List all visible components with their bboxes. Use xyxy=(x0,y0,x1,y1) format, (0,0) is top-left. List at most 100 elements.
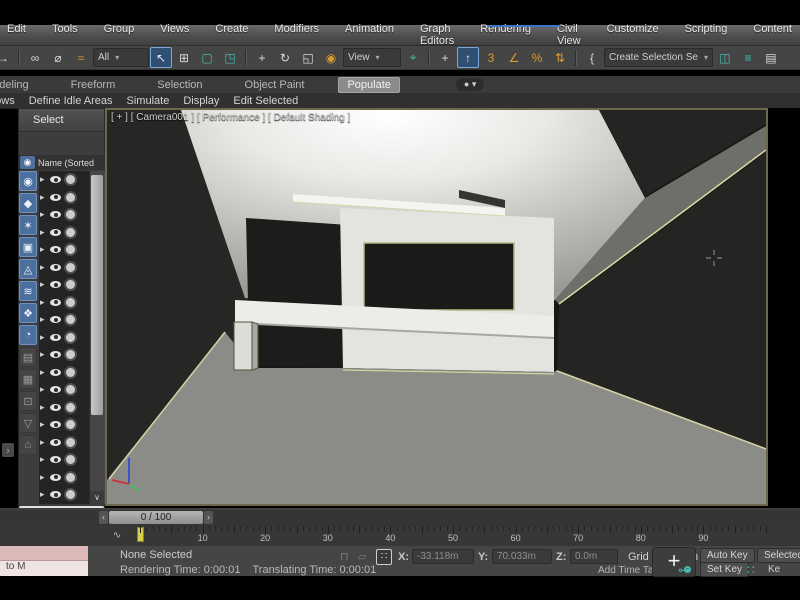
expand-arrow-icon[interactable]: ▸ xyxy=(40,279,47,290)
list-item[interactable]: ▸ xyxy=(39,276,89,294)
menu-graph-editors[interactable]: Graph Editors xyxy=(407,23,467,47)
y-coord-field[interactable]: 70.033m xyxy=(492,549,552,564)
select-and-rotate-icon[interactable]: ↻ xyxy=(274,47,296,68)
snaps-toggle-icon[interactable]: 3 xyxy=(480,47,502,68)
ribbon-tool-define-idle-areas[interactable]: Define Idle Areas xyxy=(29,95,113,107)
menu-modifiers[interactable]: Modifiers xyxy=(261,23,332,35)
expand-arrow-icon[interactable]: ▸ xyxy=(40,209,47,220)
menu-group[interactable]: Group xyxy=(91,23,148,35)
expand-arrow-icon[interactable]: ▸ xyxy=(40,349,47,360)
spinner-snap-icon[interactable]: ⇅ xyxy=(549,47,571,68)
explorer-object-list[interactable]: ▸▸▸▸▸▸▸▸▸▸▸▸▸▸▸▸▸▸▸ xyxy=(39,171,89,504)
visibility-eye-icon[interactable] xyxy=(50,246,61,253)
select-and-link-icon[interactable]: ∞ xyxy=(24,47,46,68)
visibility-eye-icon[interactable] xyxy=(50,299,61,306)
list-item[interactable]: ▸ xyxy=(39,399,89,417)
display-shapes-icon[interactable]: ◆ xyxy=(19,193,37,213)
expand-arrow-icon[interactable]: ▸ xyxy=(40,332,47,343)
frozen-toggle-icon[interactable] xyxy=(64,331,77,344)
expand-arrow-icon[interactable]: ▸ xyxy=(40,437,47,448)
visibility-eye-icon[interactable] xyxy=(50,264,61,271)
frozen-toggle-icon[interactable] xyxy=(64,418,77,431)
visibility-eye-icon[interactable] xyxy=(50,386,61,393)
list-item[interactable]: ▸ xyxy=(39,381,89,399)
display-particles-icon[interactable]: ❖ xyxy=(19,303,37,323)
named-selection-sets-dropdown[interactable]: Create Selection Se▾ xyxy=(604,48,713,67)
menu-views[interactable]: Views xyxy=(147,23,202,35)
ribbon-tool-flows[interactable]: Flows xyxy=(0,95,15,107)
align-icon[interactable]: ≡ xyxy=(737,47,759,68)
visibility-eye-icon[interactable] xyxy=(50,194,61,201)
list-item[interactable]: ▸ xyxy=(39,451,89,469)
list-item[interactable]: ▸ xyxy=(39,469,89,487)
offset-mode-icon[interactable]: ▱ xyxy=(358,550,366,563)
select-object-icon[interactable]: ↖ xyxy=(150,47,172,68)
display-frozen-icon[interactable]: ▦ xyxy=(19,369,37,389)
display-spacewarps-icon[interactable]: ≋ xyxy=(19,281,37,301)
frozen-toggle-icon[interactable] xyxy=(64,208,77,221)
explorer-column-header[interactable]: ◉ Name (Sorted xyxy=(19,155,106,170)
expand-arrow-icon[interactable]: ▸ xyxy=(40,472,47,483)
list-item[interactable]: ▸ xyxy=(39,206,89,224)
frozen-toggle-icon[interactable] xyxy=(64,401,77,414)
visibility-eye-icon[interactable] xyxy=(50,456,61,463)
list-item[interactable]: ▸ xyxy=(39,241,89,259)
key-icon[interactable]: ⊶ xyxy=(678,563,690,577)
absolute-mode-icon[interactable]: ∷ xyxy=(376,549,392,565)
display-hidden-icon[interactable]: ⊡ xyxy=(19,391,37,411)
next-frame-button[interactable]: › xyxy=(204,511,213,524)
visibility-eye-icon[interactable] xyxy=(50,211,61,218)
maxscript-mini-listener[interactable]: to M xyxy=(0,546,88,576)
select-and-manipulate-icon[interactable]: + xyxy=(434,47,456,68)
expand-arrow-icon[interactable]: ▸ xyxy=(40,227,47,238)
select-and-scale-icon[interactable]: ◱ xyxy=(297,47,319,68)
frozen-toggle-icon[interactable] xyxy=(64,296,77,309)
select-and-place-icon[interactable]: ◉ xyxy=(320,47,342,68)
list-item[interactable]: ▸ xyxy=(39,364,89,382)
list-item[interactable]: ▸ xyxy=(39,224,89,242)
keyboard-shortcut-override-icon[interactable]: ↑ xyxy=(457,47,479,68)
listener-macro-row[interactable] xyxy=(0,546,88,561)
list-item[interactable]: ▸ xyxy=(39,329,89,347)
scrollbar-thumb[interactable] xyxy=(91,175,103,415)
frozen-toggle-icon[interactable] xyxy=(64,383,77,396)
tab-freeform[interactable]: Freeform xyxy=(63,78,124,92)
display-lights-icon[interactable]: ✶ xyxy=(19,215,37,235)
tab-populate[interactable]: Populate xyxy=(338,77,399,93)
use-pivot-point-icon[interactable]: ⌖ xyxy=(402,47,424,68)
display-toggle-icon[interactable]: ◉ xyxy=(20,156,35,169)
scrollbar-down-arrow[interactable]: ∨ xyxy=(90,491,104,504)
frozen-toggle-icon[interactable] xyxy=(64,313,77,326)
expand-arrow-icon[interactable]: ▸ xyxy=(40,367,47,378)
x-coord-field[interactable]: -33.118m xyxy=(412,549,474,564)
expand-arrow-icon[interactable]: ▸ xyxy=(40,454,47,465)
expand-arrow-icon[interactable]: ▸ xyxy=(40,262,47,273)
visibility-eye-icon[interactable] xyxy=(50,421,61,428)
frozen-toggle-icon[interactable] xyxy=(64,226,77,239)
tab-selection[interactable]: Selection xyxy=(149,78,210,92)
expand-arrow-icon[interactable]: ▸ xyxy=(40,489,47,500)
expand-arrow-icon[interactable]: ▸ xyxy=(40,419,47,430)
display-all-icon[interactable]: ◉ xyxy=(19,171,37,191)
selected-dropdown[interactable]: Selected xyxy=(757,548,800,563)
tab-object-paint[interactable]: Object Paint xyxy=(237,78,313,92)
expand-arrow-icon[interactable]: ▸ xyxy=(40,244,47,255)
list-item[interactable]: ▸ xyxy=(39,171,89,189)
edit-named-selection-sets-icon[interactable]: { xyxy=(581,47,603,68)
frozen-toggle-icon[interactable] xyxy=(64,243,77,256)
expand-arrow-icon[interactable]: ▸ xyxy=(40,174,47,185)
ribbon-tool-edit-selected[interactable]: Edit Selected xyxy=(233,95,298,107)
display-helpers-icon[interactable]: ◬ xyxy=(19,259,37,279)
window-crossing-icon[interactable]: ◳ xyxy=(219,47,241,68)
menu-content[interactable]: Content xyxy=(740,23,800,35)
mini-curve-editor-button[interactable]: ∿ xyxy=(104,528,130,543)
frozen-toggle-icon[interactable] xyxy=(64,453,77,466)
time-slider-handle[interactable]: 0 / 100 xyxy=(109,511,203,524)
list-item[interactable]: ▸ xyxy=(39,346,89,364)
advanced-filter-icon[interactable]: ▽ xyxy=(19,413,37,433)
frozen-toggle-icon[interactable] xyxy=(64,261,77,274)
frozen-toggle-icon[interactable] xyxy=(64,471,77,484)
previous-frame-button[interactable]: ‹ xyxy=(99,511,108,524)
visibility-eye-icon[interactable] xyxy=(50,351,61,358)
visibility-eye-icon[interactable] xyxy=(50,316,61,323)
